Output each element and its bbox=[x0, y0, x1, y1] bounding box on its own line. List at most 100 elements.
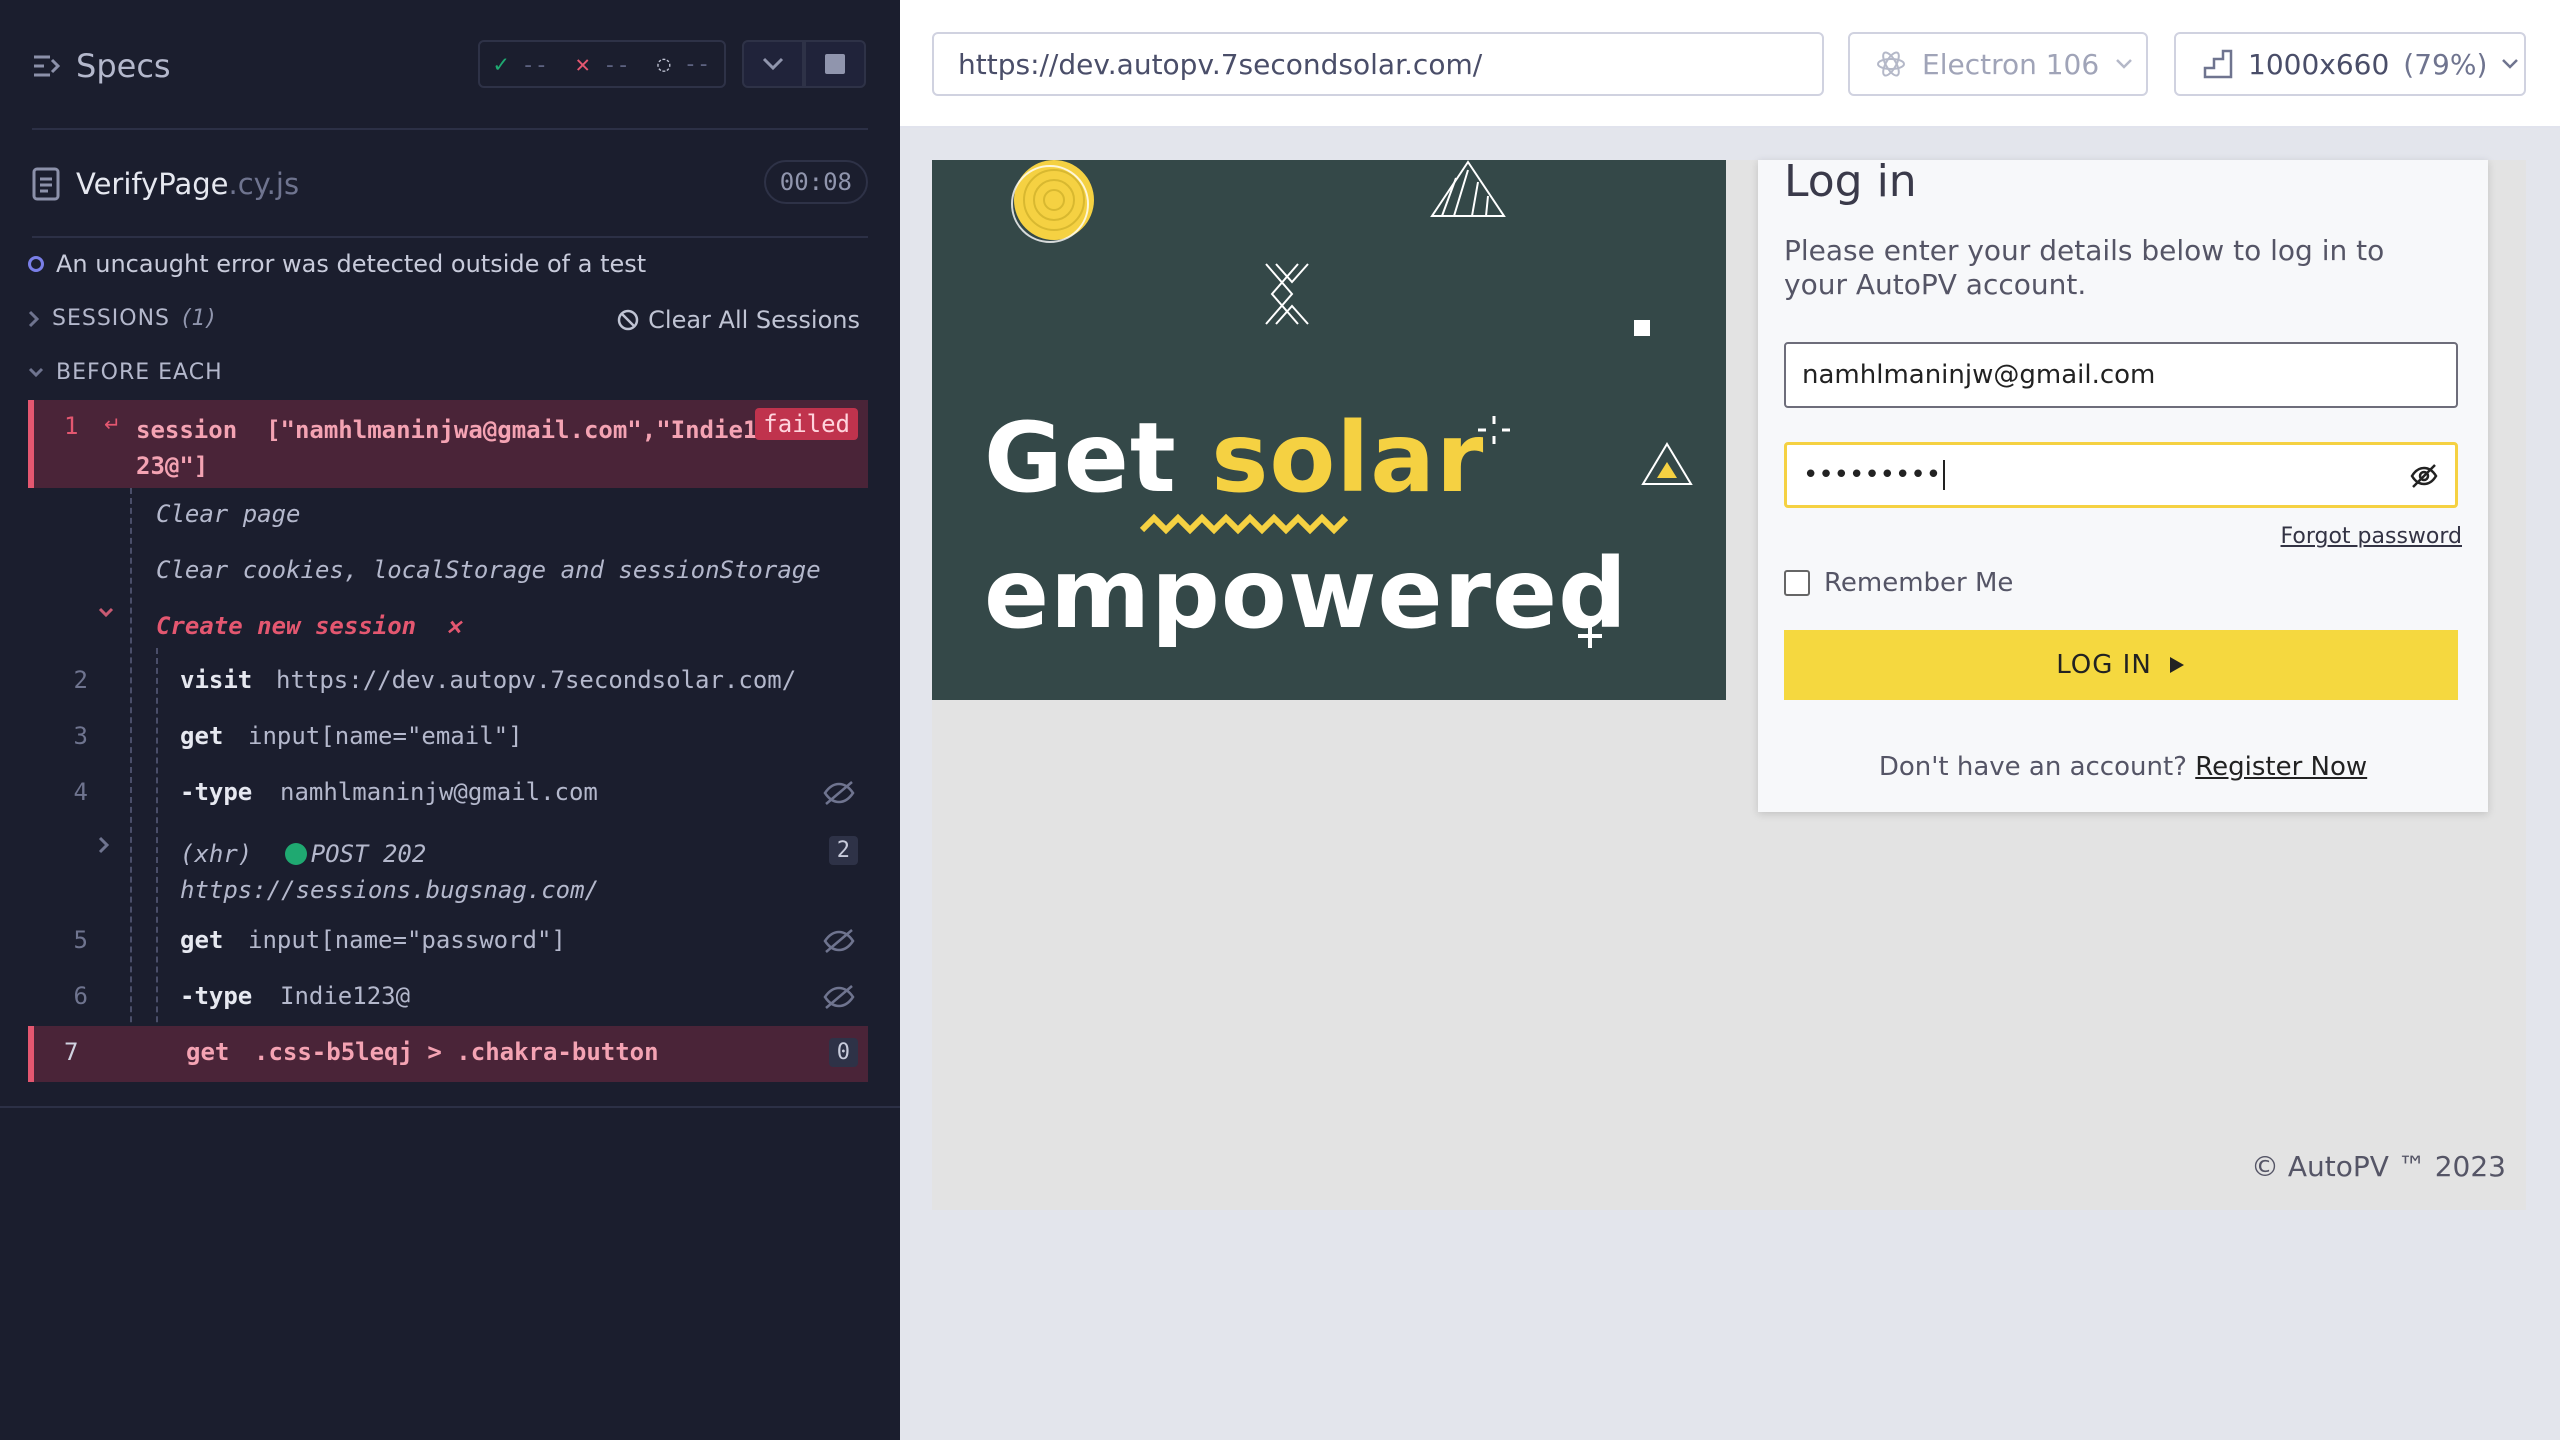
xhr-label: (xhr) bbox=[180, 840, 253, 868]
password-value: ••••••••• bbox=[1803, 460, 1942, 490]
zigzag-underline bbox=[1139, 513, 1349, 535]
pending-stat: ◌ -- bbox=[657, 51, 711, 77]
create-session-label: Create new session bbox=[156, 612, 417, 640]
passed-stat: ✓ -- bbox=[493, 50, 548, 78]
test-stats: ✓ -- ✕ -- ◌ -- bbox=[478, 40, 726, 88]
check-icon: ✓ bbox=[493, 50, 509, 78]
email-field[interactable]: namhlmaninjw@gmail.com bbox=[1784, 342, 2458, 408]
specs-title[interactable]: Specs bbox=[76, 47, 171, 85]
command-number: 5 bbox=[73, 926, 88, 954]
eye-slash-icon bbox=[823, 929, 855, 953]
chevron-right-icon bbox=[28, 310, 40, 327]
command-arg: namhlmaninjw@gmail.com bbox=[280, 778, 598, 806]
xhr-url: https://sessions.bugsnag.com/ bbox=[180, 876, 600, 904]
clear-cookies-log: Clear cookies, localStorage and sessionS… bbox=[156, 556, 821, 584]
viewport-scale: (79%) bbox=[2403, 47, 2488, 81]
remember-me[interactable]: Remember Me bbox=[1784, 568, 2013, 598]
close-icon: ✕ bbox=[446, 612, 461, 640]
login-button-label: LOG IN bbox=[2056, 650, 2152, 680]
square-icon bbox=[1634, 320, 1650, 336]
electron-icon bbox=[1877, 51, 1905, 77]
password-field[interactable]: ••••••••• bbox=[1784, 442, 2458, 508]
uncaught-error[interactable]: An uncaught error was detected outside o… bbox=[28, 250, 646, 278]
viewport-selector[interactable]: 1000x660 (79%) bbox=[2174, 32, 2526, 96]
login-button[interactable]: LOG IN bbox=[1784, 630, 2458, 700]
chevron-down-icon bbox=[28, 367, 44, 377]
command-number: 3 bbox=[73, 722, 88, 750]
spec-duration: 00:08 bbox=[763, 160, 868, 204]
url-field[interactable]: https://dev.autopv.7secondsolar.com/ bbox=[932, 32, 1824, 96]
command-name: visit bbox=[180, 666, 253, 694]
sessions-label: SESSIONS bbox=[52, 306, 171, 331]
xhr-expand-toggle[interactable] bbox=[98, 836, 110, 858]
command-arg: input[name="email"] bbox=[248, 722, 523, 750]
ban-icon bbox=[617, 309, 639, 331]
command-name: get bbox=[180, 926, 224, 954]
browser-selector[interactable]: Electron 106 bbox=[1848, 32, 2148, 96]
create-session-log[interactable]: Create new session ✕ bbox=[156, 612, 461, 640]
nesting-guide bbox=[130, 488, 132, 1082]
xhr-method: POST 202 bbox=[310, 840, 427, 868]
remember-me-label: Remember Me bbox=[1824, 568, 2014, 598]
create-session-toggle[interactable] bbox=[98, 604, 114, 623]
command-number: 4 bbox=[73, 778, 88, 806]
command-number: 7 bbox=[64, 1038, 79, 1066]
element-count-badge: 0 bbox=[828, 1038, 858, 1067]
command-name: -type bbox=[180, 982, 253, 1010]
triangle-lines-icon bbox=[1430, 160, 1506, 217]
command-arg: input[name="password"] bbox=[248, 926, 566, 954]
divider bbox=[32, 236, 868, 238]
hero-headline-line2: empowered bbox=[984, 538, 1628, 650]
before-each-header[interactable]: BEFORE EACH bbox=[28, 360, 223, 385]
stop-button[interactable] bbox=[804, 40, 866, 88]
ruler-icon bbox=[2203, 49, 2233, 79]
preview-toolbar: https://dev.autopv.7secondsolar.com/ Ele… bbox=[900, 0, 2560, 128]
sessions-count: (1) bbox=[182, 306, 217, 331]
hero-word-solar: solar bbox=[1211, 402, 1485, 514]
status-dot-icon bbox=[284, 843, 307, 865]
triangle-icon bbox=[1641, 442, 1693, 485]
command-arg: Indie123@ bbox=[280, 982, 411, 1010]
clear-all-sessions-button[interactable]: Clear All Sessions bbox=[616, 306, 860, 334]
sun-icon bbox=[1011, 160, 1094, 243]
chevron-down-icon bbox=[98, 607, 114, 618]
xhr-count-badge: 2 bbox=[828, 836, 858, 865]
specs-menu-icon[interactable] bbox=[32, 51, 62, 81]
before-each-label: BEFORE EACH bbox=[56, 360, 223, 385]
divider bbox=[0, 1106, 900, 1108]
copyright: © AutoPV ™ 2023 bbox=[2250, 1150, 2506, 1183]
divider bbox=[32, 128, 868, 130]
login-title: Log in bbox=[1784, 156, 1917, 207]
login-subtitle: Please enter your details below to log i… bbox=[1784, 234, 2385, 301]
sessions-header[interactable]: SESSIONS (1) Clear All Sessions bbox=[28, 306, 868, 334]
failed-command-row[interactable]: 7 get .css-b5leqj > .chakra-button 0 bbox=[28, 1026, 868, 1082]
command-args-continued: 23@"] bbox=[136, 452, 209, 480]
clear-page-log: Clear page bbox=[156, 500, 301, 528]
forgot-password-link[interactable]: Forgot password bbox=[2281, 524, 2462, 549]
eye-slash-icon bbox=[823, 781, 855, 805]
x-icon: ✕ bbox=[575, 50, 590, 78]
specs-header[interactable]: Specs bbox=[32, 44, 171, 88]
command-arg: https://dev.autopv.7secondsolar.com/ bbox=[276, 666, 797, 694]
document-icon bbox=[32, 167, 60, 201]
nesting-guide bbox=[156, 648, 158, 1082]
collapse-icon: ↵ bbox=[104, 412, 121, 436]
command-number: 2 bbox=[73, 666, 88, 694]
spec-name: VerifyPage bbox=[76, 167, 229, 201]
chevron-right-icon bbox=[98, 836, 110, 854]
eye-slash-icon[interactable] bbox=[2409, 463, 2439, 489]
stop-icon bbox=[825, 54, 845, 74]
session-command-row[interactable]: 1 ↵ session ["namhlmaninjwa@gmail.com","… bbox=[28, 400, 868, 488]
app-under-test: Get solar empowered Log in Please enter … bbox=[932, 156, 2526, 1210]
xhr-log[interactable]: (xhr) POST 202 https://sessions.bugsnag.… bbox=[180, 836, 599, 908]
command-number: 1 bbox=[64, 412, 79, 440]
command-name: -type bbox=[180, 778, 253, 806]
uncaught-error-text: An uncaught error was detected outside o… bbox=[56, 250, 647, 278]
expand-button[interactable] bbox=[742, 40, 804, 88]
eye-slash-icon bbox=[823, 985, 855, 1009]
command-arg: .css-b5leqj > .chakra-button bbox=[254, 1038, 659, 1066]
remember-me-checkbox[interactable] bbox=[1784, 570, 1810, 596]
chevron-down-icon bbox=[762, 57, 784, 71]
chevron-down-icon bbox=[2502, 59, 2519, 69]
register-link[interactable]: Register Now bbox=[2195, 752, 2367, 782]
